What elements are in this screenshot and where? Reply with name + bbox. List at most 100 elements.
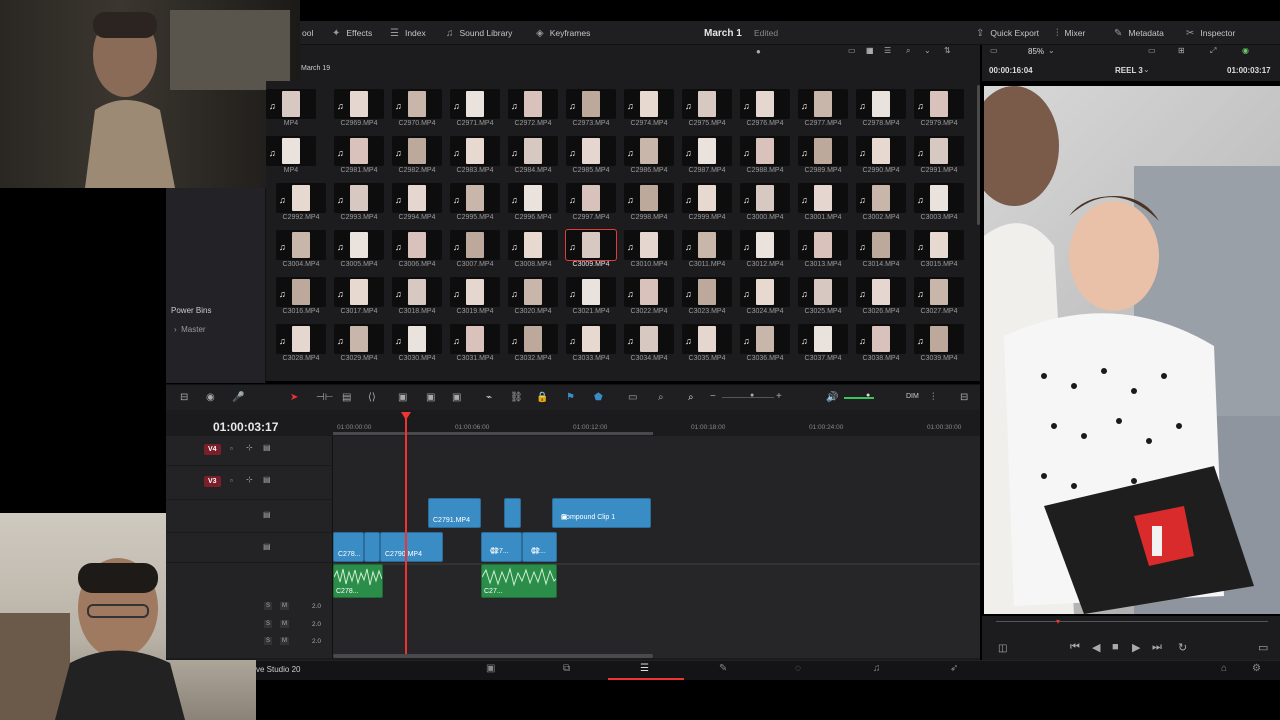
trim-tool-icon[interactable]: ⊣⊢ — [316, 392, 333, 403]
clip-thumbnail[interactable]: ♫ C3014.MP4 — [856, 230, 906, 275]
clip-thumbnail[interactable]: ♫ C2972.MP4 — [508, 89, 558, 134]
fairlight-page-icon[interactable]: ♫ — [873, 663, 881, 674]
zoom-level[interactable]: 85% — [1028, 47, 1044, 56]
clip-thumbnail[interactable]: ♫ C2985.MP4 — [566, 136, 616, 181]
clip-thumbnail[interactable]: ♫ C2992.MP4 — [276, 183, 326, 228]
match-frame-icon[interactable]: ◫ — [998, 643, 1007, 654]
clip-thumbnail[interactable]: ♫ MP4 — [266, 136, 316, 181]
viewer-scrubber-track[interactable] — [996, 621, 1268, 622]
clip-thumbnail[interactable]: ♫ C3000.MP4 — [740, 183, 790, 228]
mixer-button[interactable]: ⫶ Mixer — [1056, 21, 1085, 45]
link-icon[interactable]: ⛓ — [510, 392, 523, 403]
clip-thumbnail[interactable]: ♫ C2979.MP4 — [914, 89, 964, 134]
audio-clip[interactable]: C27... — [481, 564, 557, 598]
safe-area-icon[interactable]: ▭ — [1148, 46, 1156, 55]
clip-thumbnail[interactable]: ♫ MP4 — [266, 89, 316, 134]
loop-icon[interactable]: ↻ — [1178, 641, 1187, 654]
clip-thumbnail[interactable]: ♫ C2982.MP4 — [392, 136, 442, 181]
viewer-menu-icon[interactable]: ▭ — [1258, 641, 1268, 654]
zoom-detail-icon[interactable]: ⌕ — [658, 392, 664, 403]
track-visibility-icon[interactable]: ▤ — [263, 475, 271, 484]
stop-icon[interactable]: ■ — [1112, 641, 1119, 653]
clip-thumbnail[interactable]: ♫ C3008.MP4 — [508, 230, 558, 275]
clip-thumbnail[interactable]: ♫ C3035.MP4 — [682, 324, 732, 369]
timeline-clip[interactable]: C2790.MP4 — [380, 532, 443, 562]
solo-button[interactable]: S — [264, 602, 273, 610]
timeline-h-scrollbar[interactable] — [333, 654, 653, 658]
clip-thumbnail[interactable]: ♫ C2984.MP4 — [508, 136, 558, 181]
clip-thumbnail[interactable]: ♫ C2997.MP4 — [566, 183, 616, 228]
snapping-icon[interactable]: ⌁ — [486, 392, 492, 403]
clip-thumbnail[interactable]: ♫ C2995.MP4 — [450, 183, 500, 228]
solo-button[interactable]: S — [264, 637, 273, 645]
edit-page-icon[interactable]: ☰ — [640, 663, 649, 674]
reel-selector[interactable]: REEL 3 — [1115, 66, 1143, 75]
clip-thumbnail[interactable]: ♫ C3029.MP4 — [334, 324, 384, 369]
clip-thumbnail[interactable]: ♫ C3025.MP4 — [798, 277, 848, 322]
fusion-page-icon[interactable]: ✎ — [719, 663, 727, 674]
chevron-down-icon[interactable]: ⌄ — [1048, 46, 1055, 55]
fullscreen-icon[interactable]: ⤢ — [1210, 46, 1216, 56]
cut-page-icon[interactable]: ⧉ — [563, 663, 570, 674]
thumbnail-view-icon[interactable]: ▦ — [866, 46, 874, 55]
flag-icon[interactable]: ⚑ — [566, 392, 575, 403]
color-page-icon[interactable]: ◌ — [795, 663, 801, 674]
lock-icon[interactable]: ▫ — [230, 444, 233, 453]
compound-clip[interactable]: ▣ Compound Clip 1 — [552, 498, 651, 528]
clip-thumbnail[interactable]: ♫ C3002.MP4 — [856, 183, 906, 228]
volume-knob[interactable]: ● — [866, 392, 870, 399]
clip-thumbnail[interactable]: ♫ C3024.MP4 — [740, 277, 790, 322]
clip-thumbnail[interactable]: ♫ C3026.MP4 — [856, 277, 906, 322]
zoom-slider[interactable] — [722, 397, 774, 398]
bin-breadcrumb[interactable]: March 19 — [300, 61, 980, 81]
quick-export-button[interactable]: ⇪ Quick Export — [976, 21, 1039, 45]
track-visibility-icon[interactable]: ▤ — [263, 443, 271, 452]
search-icon[interactable]: ⌕ — [906, 46, 910, 56]
clip-thumbnail[interactable]: ♫ C2999.MP4 — [682, 183, 732, 228]
clip-thumbnail[interactable]: ♫ C3019.MP4 — [450, 277, 500, 322]
zoom-slider-knob[interactable]: ● — [750, 392, 754, 399]
clip-thumbnail[interactable]: ♫ C2996.MP4 — [508, 183, 558, 228]
sort-icon[interactable]: ⌄ — [924, 46, 931, 55]
clip-thumbnail[interactable]: ♫ C3021.MP4 — [566, 277, 616, 322]
track-visibility-icon[interactable]: ▤ — [263, 542, 271, 551]
clip-thumbnail[interactable]: ♫ C2989.MP4 — [798, 136, 848, 181]
color-icon[interactable]: ◉ — [1242, 46, 1249, 55]
clip-thumbnail[interactable]: ♫ C2974.MP4 — [624, 89, 674, 134]
timeline-clip[interactable]: C2791.MP4 — [428, 498, 481, 528]
timeline-clip[interactable] — [504, 498, 521, 528]
clip-thumbnail[interactable]: ♫ C3028.MP4 — [276, 324, 326, 369]
zoom-full-icon[interactable]: ▭ — [628, 392, 637, 403]
viewer-layout-icon[interactable]: ▭ — [990, 46, 998, 55]
clip-thumbnail[interactable]: ♫ C3010.MP4 — [624, 230, 674, 275]
clip-thumbnail[interactable]: ♫ C3022.MP4 — [624, 277, 674, 322]
tool-button[interactable]: ool — [302, 21, 313, 45]
track-visibility-icon[interactable]: ▤ — [263, 510, 271, 519]
auto-select-icon[interactable]: ⊹ — [246, 443, 253, 452]
clip-thumbnail[interactable]: ♫ C3012.MP4 — [740, 230, 790, 275]
clip-thumbnail[interactable]: ♫ C2991.MP4 — [914, 136, 964, 181]
clip-thumbnail[interactable]: ♫ C3032.MP4 — [508, 324, 558, 369]
sound-library-button[interactable]: ♫ Sound Library — [446, 21, 512, 45]
scrubber-marker-icon[interactable]: ▾ — [1056, 617, 1060, 626]
clip-thumbnail[interactable]: ♫ C2981.MP4 — [334, 136, 384, 181]
effects-button[interactable]: ✦ Effects — [332, 21, 372, 45]
timeline-clip[interactable]: ⛓ C2... — [522, 532, 557, 562]
clip-thumbnail[interactable]: ♫ C2975.MP4 — [682, 89, 732, 134]
clip-thumbnail[interactable]: ♫ C3001.MP4 — [798, 183, 848, 228]
clip-thumbnail[interactable]: ♫ C2971.MP4 — [450, 89, 500, 134]
clip-thumbnail[interactable]: ♫ C2998.MP4 — [624, 183, 674, 228]
clip-thumbnail[interactable]: ♫ C3013.MP4 — [798, 230, 848, 275]
zoom-in-icon[interactable]: + — [776, 391, 782, 402]
media-pool-scrollbar[interactable] — [977, 85, 980, 225]
panel-toggle-icon[interactable]: ⊟ — [960, 392, 968, 403]
chevron-down-icon[interactable]: ⌄ — [1143, 65, 1150, 74]
viewer-video-frame[interactable] — [984, 86, 1280, 614]
clip-thumbnail[interactable]: ♫ C3030.MP4 — [392, 324, 442, 369]
lock-icon[interactable]: ▫ — [230, 476, 233, 485]
media-page-icon[interactable]: ▣ — [486, 663, 495, 674]
clip-thumbnail[interactable]: ♫ C2973.MP4 — [566, 89, 616, 134]
clip-thumbnail[interactable]: ♫ C3033.MP4 — [566, 324, 616, 369]
clip-thumbnail[interactable]: ♫ C2970.MP4 — [392, 89, 442, 134]
clip-thumbnail[interactable]: ♫ C3038.MP4 — [856, 324, 906, 369]
